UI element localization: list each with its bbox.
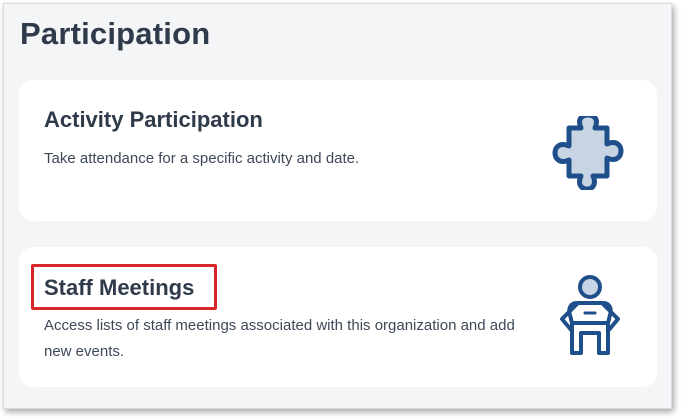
activity-participation-card[interactable]: Activity Participation Take attendance f…: [19, 80, 657, 221]
staff-meetings-card[interactable]: Staff Meetings Access lists of staff mee…: [19, 247, 657, 387]
card-description: Access lists of staff meetings associate…: [44, 317, 515, 360]
card-title: Activity Participation: [44, 107, 263, 132]
card-description: Take attendance for a specific activity …: [44, 150, 360, 167]
participation-panel: Participation Activity Participation Tak…: [3, 3, 672, 409]
page-title: Participation: [20, 16, 211, 51]
staff-person-icon: [560, 275, 620, 355]
card-title: Staff Meetings: [44, 275, 195, 300]
puzzle-piece-icon: [552, 116, 624, 190]
